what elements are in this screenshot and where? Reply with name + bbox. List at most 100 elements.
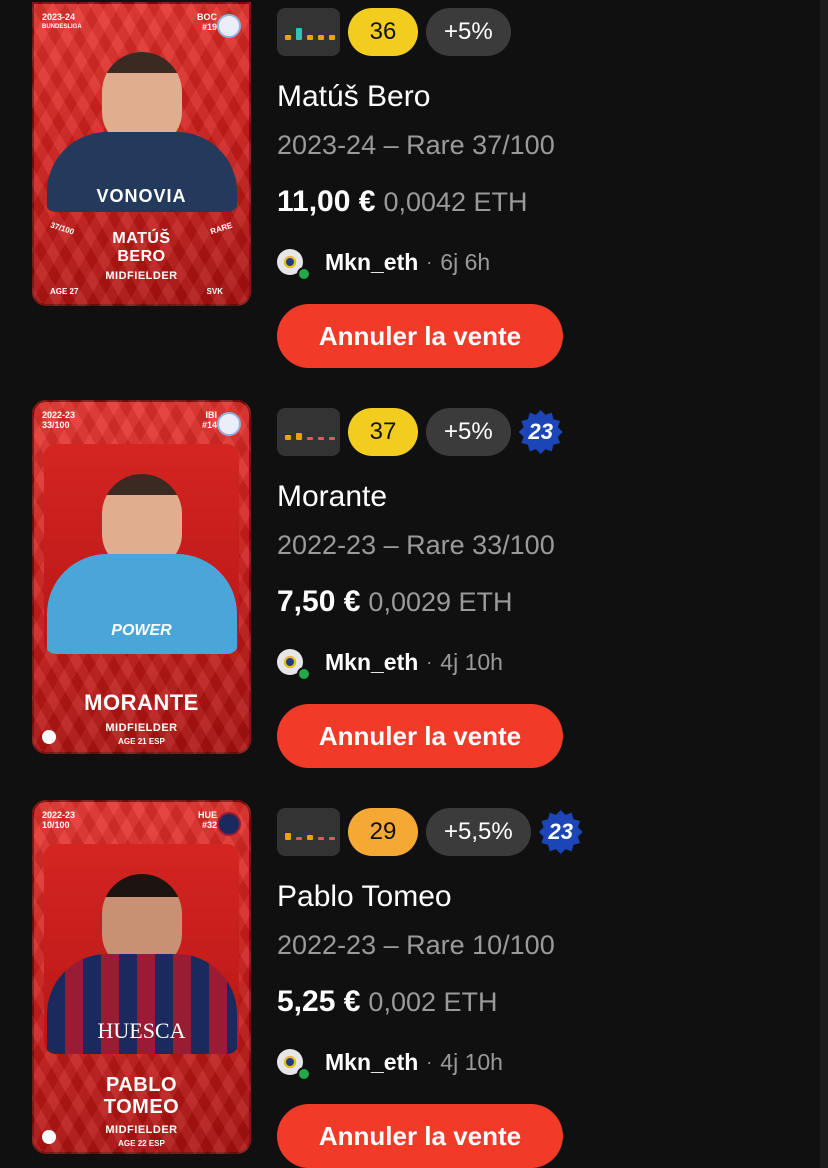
season-badge-label: 23 [528, 419, 553, 444]
card-country: ESP [148, 737, 165, 746]
card-meta: 2023-24 – Rare 37/100 [277, 130, 555, 160]
player-photo: VONOVIA [44, 42, 239, 212]
price-eth: 0,0042 ETH [383, 187, 528, 217]
form-bar [285, 35, 291, 40]
cancel-sale-button[interactable]: Annuler la vente [277, 1104, 563, 1168]
price-eur: 7,50 € [277, 585, 361, 618]
avatar[interactable] [277, 249, 311, 281]
form-bar [318, 837, 324, 840]
card-age-country: AGE 21 ESP [32, 737, 251, 746]
player-card-image[interactable]: 2022-23 33/100 IBI #14 POWER MORANTE MID… [32, 400, 251, 754]
kit-sponsor: VONOVIA [96, 186, 187, 206]
time-left: 4j 10h [440, 1048, 503, 1075]
separator-dot: · [426, 651, 433, 672]
listing-item: 2023-24 BUNDESLIGA BOC #19 VONOVIA 37/10… [0, 0, 820, 368]
form-bar [318, 35, 324, 40]
player-score-badge: 37 [348, 408, 418, 456]
stats-chips: 29 +5,5% 23 [277, 808, 583, 856]
online-status-icon [297, 1067, 311, 1081]
listing-item: 2022-23 10/100 HUE #32 HUESCA PABLO TOME… [0, 752, 820, 1168]
player-card-image[interactable]: 2022-23 10/100 HUE #32 HUESCA PABLO TOME… [32, 800, 251, 1154]
price-eth: 0,002 ETH [368, 987, 498, 1017]
player-name[interactable]: Matúš Bero [277, 80, 430, 114]
card-club-number: BOC #19 [197, 12, 217, 32]
listing-item: 2022-23 33/100 IBI #14 POWER MORANTE MID… [0, 352, 820, 768]
online-status-icon [297, 267, 311, 281]
card-meta: 2022-23 – Rare 10/100 [277, 930, 555, 960]
form-chart-icon [277, 808, 340, 856]
card-age: AGE 21 [118, 737, 147, 746]
card-position: MIDFIELDER [105, 270, 178, 282]
form-bar [329, 837, 335, 840]
avatar[interactable] [277, 649, 311, 681]
card-position: MIDFIELDER [105, 1124, 178, 1136]
football-icon [42, 1130, 56, 1144]
form-bar [285, 435, 291, 440]
club-badge-icon [217, 412, 241, 436]
card-season: 2022-23 33/100 [42, 410, 76, 430]
player-name[interactable]: Pablo Tomeo [277, 880, 452, 914]
player-name[interactable]: Morante [277, 480, 387, 514]
price-eth: 0,0029 ETH [368, 587, 513, 617]
price-eur: 5,25 € [277, 985, 361, 1018]
stats-chips: 36 +5% [277, 8, 511, 56]
seller-row: Mkn_eth · 4j 10h [277, 648, 503, 681]
card-country: ESP [148, 1139, 165, 1148]
player-kit: VONOVIA [46, 132, 237, 212]
player-score-badge: 36 [348, 8, 418, 56]
avatar[interactable] [277, 1049, 311, 1081]
separator-dot: · [426, 251, 433, 272]
price-eur: 11,00 € [277, 185, 376, 218]
card-position: MIDFIELDER [105, 722, 178, 734]
form-bar [318, 437, 324, 440]
card-age: AGE 27 [50, 287, 79, 296]
form-chart-icon [277, 8, 340, 56]
club-badge-icon [217, 812, 241, 836]
form-bar [296, 837, 302, 840]
time-left: 6j 6h [440, 248, 491, 275]
player-score-badge: 29 [348, 808, 418, 856]
time-left: 4j 10h [440, 648, 503, 675]
player-card-image[interactable]: 2023-24 BUNDESLIGA BOC #19 VONOVIA 37/10… [32, 2, 251, 306]
form-bar [307, 437, 313, 440]
seller-name[interactable]: Mkn_eth [325, 249, 418, 276]
card-age: AGE 22 [118, 1139, 147, 1148]
card-country: SVK [206, 287, 223, 296]
price: 11,00 €0,0042 ETH [277, 185, 528, 219]
card-player-name: MORANTE [84, 690, 199, 715]
card-player-name: PABLO TOMEO [103, 1074, 180, 1118]
card-club-number: IBI #14 [201, 410, 217, 430]
form-bar [285, 833, 291, 840]
player-photo: HUESCA [44, 844, 239, 1054]
form-bar [307, 835, 313, 840]
player-photo: POWER [44, 444, 239, 654]
card-club-number: HUE #32 [197, 810, 217, 830]
bonus-badge: +5% [426, 8, 511, 56]
bonus-badge: +5,5% [426, 808, 531, 856]
bonus-badge: +5% [426, 408, 511, 456]
separator-dot: · [426, 1051, 433, 1072]
seller-row: Mkn_eth · 6j 6h [277, 248, 491, 281]
season-23-badge-icon: 23 [539, 810, 583, 854]
online-status-icon [297, 667, 311, 681]
card-meta: 2022-23 – Rare 33/100 [277, 530, 555, 560]
form-bar [307, 35, 313, 40]
kit-sponsor: POWER [111, 622, 172, 639]
kit-sponsor: HUESCA [97, 1018, 186, 1043]
form-bar [329, 437, 335, 440]
seller-name[interactable]: Mkn_eth [325, 649, 418, 676]
form-bar [296, 28, 302, 40]
card-season: 2022-23 10/100 [42, 810, 76, 830]
club-badge-icon [217, 14, 241, 38]
season-23-badge-icon: 23 [519, 410, 563, 454]
seller-name[interactable]: Mkn_eth [325, 1049, 418, 1076]
stats-chips: 37 +5% 23 [277, 408, 563, 456]
seller-row: Mkn_eth · 4j 10h [277, 1048, 503, 1081]
scrollbar-track [820, 0, 828, 1168]
player-kit: POWER [46, 554, 237, 654]
card-age-country: AGE 22 ESP [32, 1139, 251, 1148]
player-kit: HUESCA [46, 954, 237, 1054]
price: 7,50 €0,0029 ETH [277, 585, 513, 619]
form-chart-icon [277, 408, 340, 456]
football-icon [42, 730, 56, 744]
